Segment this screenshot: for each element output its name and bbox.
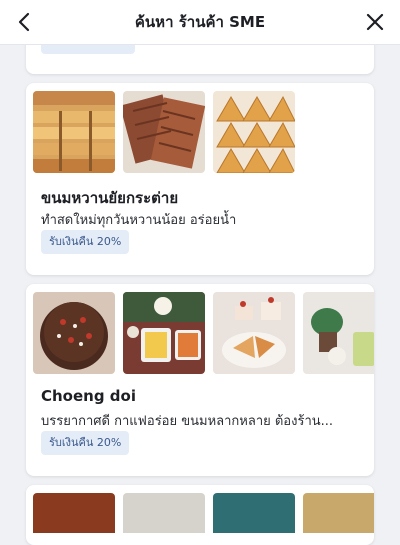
store-photo <box>213 91 295 173</box>
page-title: ค้นหา ร้านค้า SME <box>134 13 266 31</box>
close-icon[interactable] <box>364 11 386 33</box>
store-photo-strip[interactable] <box>33 493 374 533</box>
cashback-badge: รับเงินคืน 20% <box>41 230 130 254</box>
store-description: ทำสดใหม่ทุกวันหวานน้อย อร่อยน้ำ <box>41 213 237 228</box>
store-card[interactable]: ขนมหวานยัยกระต่าย ทำสดใหม่ทุกวันหวานน้อย… <box>26 83 374 275</box>
store-name: Choeng doi <box>41 387 136 405</box>
store-photo <box>33 292 115 374</box>
store-photo <box>123 292 205 374</box>
store-photo <box>303 493 374 533</box>
store-photo <box>33 493 115 533</box>
store-description: บรรยากาศดี กาแฟอร่อย ขนมหลากหลาย ต้องร้า… <box>41 414 334 429</box>
store-photo <box>303 292 374 374</box>
store-photo-strip[interactable] <box>33 91 374 173</box>
store-photo <box>213 493 295 533</box>
store-card[interactable]: Choeng doi บรรยากาศดี กาแฟอร่อย ขนมหลากห… <box>26 284 374 476</box>
store-name: ขนมหวานยัยกระต่าย <box>41 189 179 207</box>
back-arrow-icon[interactable] <box>14 11 36 33</box>
store-photo <box>33 91 115 173</box>
top-bar: ค้นหา ร้านค้า SME <box>0 0 400 45</box>
store-card-partial[interactable] <box>26 485 374 545</box>
cashback-badge: รับเงินคืน 20% <box>41 431 130 455</box>
store-photo <box>123 493 205 533</box>
store-photo <box>213 292 295 374</box>
store-photo-strip[interactable] <box>33 292 374 374</box>
store-photo <box>123 91 205 173</box>
